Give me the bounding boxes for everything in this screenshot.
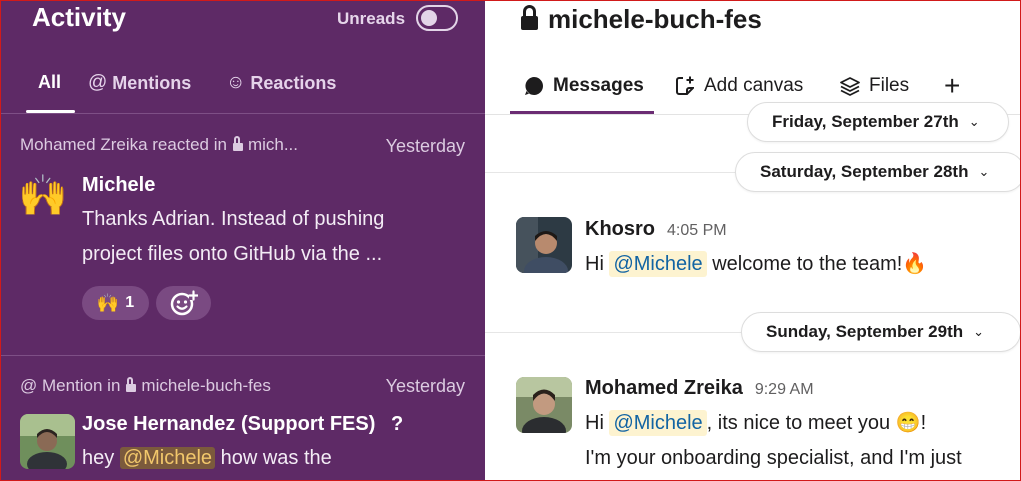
chevron-down-icon: ⌄ — [973, 324, 985, 339]
tab-mentions[interactable]: @ Mentions — [88, 72, 191, 94]
activity-item-time: Yesterday — [385, 136, 465, 156]
tab-messages[interactable]: Messages — [523, 75, 644, 97]
date-divider[interactable]: Saturday, September 28th ⌄ — [735, 152, 1021, 192]
tab-add-canvas-label: Add canvas — [704, 75, 804, 96]
tab-all[interactable]: All — [38, 72, 61, 93]
date-divider[interactable]: Sunday, September 29th ⌄ — [741, 312, 1021, 352]
channel-name: michele-buch-fes — [548, 4, 762, 34]
date-label: Sunday, September 29th — [766, 322, 964, 341]
tab-add-canvas[interactable]: Add canvas — [674, 75, 803, 97]
canvas-icon — [676, 76, 694, 95]
files-icon — [840, 77, 860, 96]
message-text-line2: I'm your onboarding specialist, and I'm … — [585, 447, 962, 469]
smiley-icon: ☺ — [226, 72, 246, 93]
unreads-toggle[interactable] — [416, 5, 458, 31]
chevron-down-icon: ⌄ — [968, 114, 980, 129]
avatar — [516, 217, 572, 273]
raised-hands-icon: 🙌 — [18, 174, 68, 218]
activity-divider — [0, 355, 485, 356]
plus-icon: + — [944, 70, 961, 101]
avatar — [516, 377, 572, 433]
activity-item-preview: hey @Michele how was the — [82, 447, 332, 470]
message-author: Khosro 4:05 PM — [585, 218, 727, 241]
date-label: Saturday, September 28th — [760, 162, 969, 181]
message-text: Hi @Michele welcome to the team!🔥 — [585, 251, 928, 277]
lock-icon — [232, 136, 243, 151]
tab-files[interactable]: Files — [839, 75, 909, 97]
grin-icon: 😁 — [895, 412, 921, 434]
tabs-divider — [0, 113, 485, 114]
message-time[interactable]: 4:05 PM — [667, 222, 727, 239]
lock-icon — [521, 4, 538, 30]
lock-icon — [126, 377, 137, 392]
tab-mentions-label: Mentions — [112, 72, 192, 93]
text: Hi — [585, 412, 610, 434]
activity-item-meta: @ Mention in michele-buch-fes — [20, 376, 271, 396]
add-reaction-button[interactable] — [156, 286, 211, 320]
unreads-label: Unreads — [337, 9, 406, 28]
preview-text: how was the — [215, 447, 332, 469]
text: welcome to the team! — [706, 253, 903, 275]
author-name[interactable]: Khosro — [585, 218, 655, 240]
message-time[interactable]: 9:29 AM — [755, 381, 814, 398]
activity-item-preview-line1: Thanks Adrian. Instead of pushing — [82, 208, 385, 230]
meta-channel: mich... — [247, 135, 298, 154]
raised-hands-icon: 🙌 — [96, 292, 120, 313]
text: , its nice to meet you — [706, 412, 896, 434]
tab-files-label: Files — [869, 75, 910, 96]
toggle-knob — [421, 10, 437, 26]
tab-messages-label: Messages — [553, 75, 644, 96]
activity-item-preview-line2: project files onto GitHub via the ... — [82, 243, 383, 265]
activity-item-meta: Mohamed Zreika reacted in mich... — [20, 135, 298, 155]
chevron-down-icon: ⌄ — [978, 164, 990, 179]
add-reaction-icon — [170, 290, 198, 316]
meta-text: @ Mention in — [20, 376, 121, 395]
channel-title[interactable]: michele-buch-fes — [521, 4, 762, 35]
avatar — [20, 414, 75, 469]
add-tab-button[interactable]: + — [944, 70, 960, 102]
reaction-pill[interactable]: 🙌 1 — [82, 286, 149, 320]
text: Hi — [585, 253, 610, 275]
preview-text: hey — [82, 447, 120, 469]
at-icon: @ — [88, 72, 108, 93]
sender-name: Jose Hernandez (Support FES) — [82, 413, 376, 435]
activity-panel: Activity Unreads All @ Mentions ☺ Reacti… — [0, 0, 485, 481]
text: ! — [920, 412, 927, 434]
activity-item-time: Yesterday — [385, 376, 465, 396]
meta-channel: michele-buch-fes — [141, 376, 271, 395]
mention-tag[interactable]: @Michele — [609, 410, 707, 436]
message-author: Mohamed Zreika 9:29 AM — [585, 377, 814, 400]
date-divider[interactable]: Friday, September 27th ⌄ — [747, 102, 1009, 142]
tab-all-label: All — [38, 72, 62, 92]
mention-tag[interactable]: @Michele — [609, 251, 707, 277]
reaction-count: 1 — [125, 294, 135, 311]
activity-item-sender: Jose Hernandez (Support FES) ? — [82, 413, 403, 436]
author-name[interactable]: Mohamed Zreika — [585, 377, 743, 399]
messages-icon — [525, 77, 543, 95]
meta-text: Mohamed Zreika reacted in — [20, 135, 227, 154]
question-icon: ? — [390, 413, 404, 435]
mention-tag: @Michele — [119, 447, 216, 469]
fire-icon: 🔥 — [902, 253, 928, 275]
tab-reactions[interactable]: ☺ Reactions — [226, 72, 336, 94]
channel-panel: michele-buch-fes Messages Add canvas Fil… — [485, 0, 1021, 481]
date-label: Friday, September 27th — [772, 112, 959, 131]
message-text: Hi @Michele, its nice to meet you 😁! — [585, 410, 927, 436]
tab-reactions-label: Reactions — [250, 72, 337, 93]
activity-title: Activity — [32, 2, 126, 32]
activity-item-sender: Michele — [82, 174, 156, 196]
